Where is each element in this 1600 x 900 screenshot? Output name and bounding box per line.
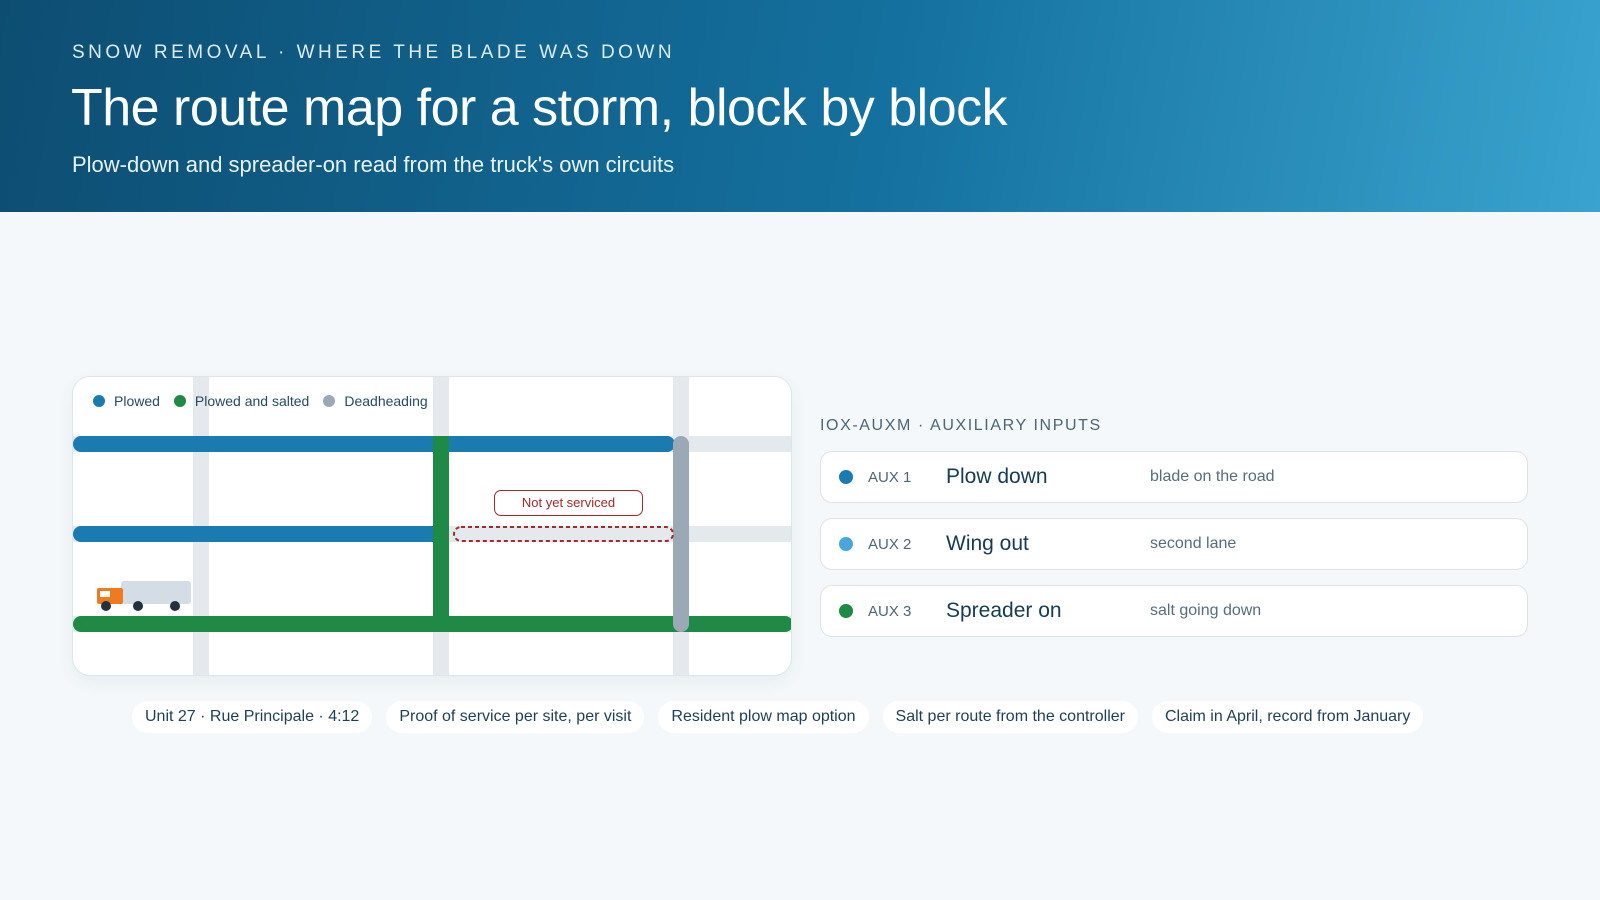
aux-row-3: AUX 3 Spreader on salt going down [820,585,1528,637]
salted-segment-vertical [433,436,449,632]
aux-description: salt going down [1150,602,1262,619]
route-map-canvas [73,377,791,675]
page-subtitle: Plow-down and spreader-on read from the … [72,152,675,177]
aux-label: Spreader on [946,599,1062,622]
legend-label: Plowed and salted [194,393,310,409]
aux-label: Plow down [946,465,1048,488]
aux-description: second lane [1150,535,1237,552]
chip-salt-per-route: Salt per route from the controller [882,701,1138,733]
legend-dot-plowed [93,395,105,407]
plow-truck-icon [97,581,191,611]
legend-dot-deadheading [323,395,336,407]
map-legend: Plowed Plowed and salted Deadheading [93,393,442,409]
aux-label: Wing out [946,532,1029,555]
chip-resident-map: Resident plow map option [658,701,869,733]
page-title: The route map for a storm, block by bloc… [71,79,1008,137]
not-serviced-callout: Not yet serviced [494,490,643,516]
aux-row-1: AUX 1 Plow down blade on the road [820,451,1528,503]
eyebrow-label: SNOW REMOVAL · WHERE THE BLADE WAS DOWN [72,42,676,63]
status-dot [839,537,853,551]
aux-description: blade on the road [1150,468,1275,485]
legend-dot-salted [173,395,186,407]
deadheading-segment [673,436,689,632]
route-map: Plowed Plowed and salted Deadheading Not… [72,376,792,676]
chip-claim-record: Claim in April, record from January [1151,701,1424,733]
aux-code: AUX 3 [868,602,912,620]
status-dot [839,604,853,618]
chip-unit-location: Unit 27 · Rue Principale · 4:12 [132,701,373,733]
legend-item-deadheading: Deadheading [323,393,428,409]
legend-label: Deadheading [344,393,428,409]
aux-inputs-heading: IOX-AUXM · AUXILIARY INPUTS [820,417,1102,434]
chip-proof-of-service: Proof of service per site, per visit [386,701,645,733]
aux-code: AUX 2 [868,535,912,553]
plowed-segment-top [73,436,675,452]
status-dot [839,470,853,484]
legend-item-plowed: Plowed [93,393,160,409]
legend-item-salted: Plowed and salted [173,393,310,409]
aux-code: AUX 1 [868,468,912,486]
feature-chips: Unit 27 · Rue Principale · 4:12 Proof of… [132,701,1437,733]
legend-label: Plowed [114,393,160,409]
header-banner: SNOW REMOVAL · WHERE THE BLADE WAS DOWN … [0,0,1600,212]
plowed-segment-middle [73,526,441,542]
aux-row-2: AUX 2 Wing out second lane [820,518,1528,570]
